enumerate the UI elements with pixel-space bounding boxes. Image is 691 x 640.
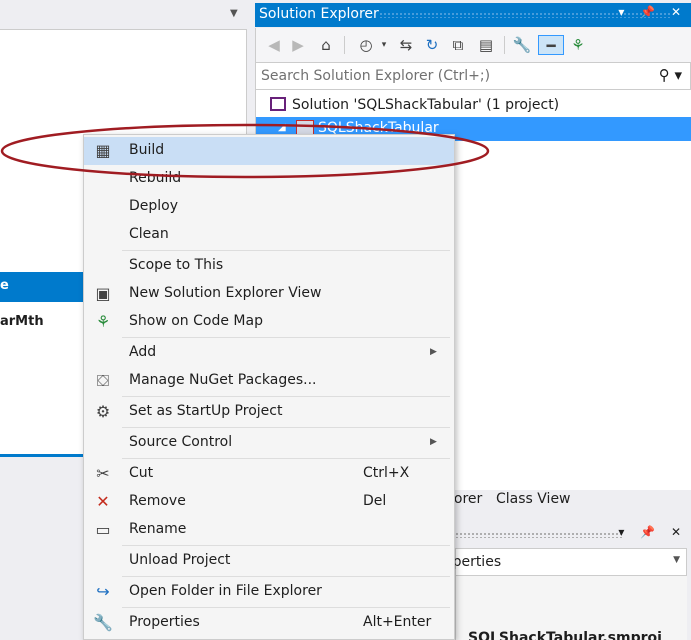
toolbar-separator [344, 36, 345, 54]
chevron-down-icon[interactable]: ▼ [230, 8, 244, 20]
rename-icon: ▭ [95, 520, 111, 539]
menu-separator [122, 576, 450, 577]
code-map-icon: ⚘ [95, 312, 111, 331]
sync-icon[interactable]: ⇆ [396, 35, 416, 55]
scissors-icon: ✂ [96, 464, 110, 483]
nuget-package-icon: ⛋ [96, 371, 110, 390]
search-icon[interactable]: ⚲ ▾ [659, 66, 682, 84]
open-folder-arrow-icon: ↪ [96, 582, 110, 601]
chevron-down-icon[interactable]: ▼ [673, 555, 680, 565]
menu-item-cut[interactable]: ✂ Cut Ctrl+X [84, 460, 454, 488]
menu-separator [122, 545, 450, 546]
properties-grid: SQLShackTabular.smproj [455, 576, 687, 640]
menu-label: Properties [129, 614, 200, 630]
properties-file-name: SQLShackTabular.smproj [468, 630, 662, 640]
menu-item-unload-project[interactable]: Unload Project [84, 547, 454, 575]
tree-item-solution[interactable]: Solution 'SQLShackTabular' (1 project) [270, 97, 559, 117]
menu-item-add[interactable]: Add ▶ [84, 339, 454, 367]
tool-window-tabs: lorer Class View [450, 490, 691, 512]
submenu-arrow-icon: ▶ [430, 347, 437, 357]
menu-separator [122, 427, 450, 428]
gear-icon: ⚙ [95, 402, 111, 421]
menu-item-open-folder[interactable]: ↪ Open Folder in File Explorer [84, 578, 454, 606]
remove-x-icon: ✕ [96, 492, 110, 511]
menu-item-scope-to-this[interactable]: Scope to This [84, 252, 454, 280]
menu-separator [122, 607, 450, 608]
home-icon[interactable]: ⌂ [316, 35, 336, 55]
editor-tab-strip [0, 0, 247, 30]
left-lower-area [0, 457, 84, 640]
solution-icon [270, 97, 286, 111]
search-input[interactable]: Search Solution Explorer (Ctrl+;) [261, 68, 490, 84]
menu-label: Source Control [129, 434, 233, 450]
properties-window-buttons[interactable]: ▾ 📌 ✕ [618, 525, 687, 539]
menu-item-rename[interactable]: ▭ Rename [84, 516, 454, 544]
preview-selected-items-icon[interactable]: ━ [538, 35, 564, 55]
menu-item-source-control[interactable]: Source Control ▶ [84, 429, 454, 457]
menu-label: Clean [129, 226, 169, 242]
menu-separator [122, 396, 450, 397]
menu-label: Manage NuGet Packages... [129, 372, 317, 388]
pending-changes-filter-icon[interactable]: ◴ [356, 35, 376, 55]
new-view-icon: ▣ [95, 284, 111, 303]
submenu-arrow-icon: ▶ [430, 437, 437, 447]
code-map-icon[interactable]: ⚘ [568, 35, 588, 55]
solution-explorer-toolbar: ◀ ▶ ⌂ ◴ ▾ ⇆ ↻ ⧉ ▤ 🔧 ━ ⚘ [255, 28, 691, 62]
title-window-buttons[interactable]: ▾ 📌 ✕ [618, 5, 687, 19]
menu-shortcut: Alt+Enter [363, 614, 432, 630]
menu-separator [122, 250, 450, 251]
show-all-files-icon[interactable]: ▤ [476, 35, 496, 55]
build-icon: ▦ [95, 141, 111, 160]
refresh-icon[interactable]: ↻ [422, 35, 442, 55]
menu-label: Unload Project [129, 552, 231, 568]
menu-item-rebuild[interactable]: Rebuild [84, 165, 454, 193]
forward-icon[interactable]: ▶ [288, 35, 308, 55]
menu-label: Set as StartUp Project [129, 403, 283, 419]
menu-item-set-startup[interactable]: ⚙ Set as StartUp Project [84, 398, 454, 426]
menu-label: Build [129, 142, 165, 158]
solution-explorer-title-bar: Solution Explorer ▾ 📌 ✕ [255, 3, 691, 27]
solution-explorer-title: Solution Explorer [259, 6, 379, 22]
solution-explorer-search[interactable]: Search Solution Explorer (Ctrl+;) ⚲ ▾ [255, 62, 691, 90]
menu-item-manage-nuget[interactable]: ⛋ Manage NuGet Packages... [84, 367, 454, 395]
title-grip[interactable] [455, 532, 623, 538]
solution-label: Solution 'SQLShackTabular' (1 project) [292, 97, 560, 113]
back-icon[interactable]: ◀ [264, 35, 284, 55]
menu-shortcut: Ctrl+X [363, 465, 410, 481]
menu-label: Deploy [129, 198, 179, 214]
menu-item-new-solution-explorer-view[interactable]: ▣ New Solution Explorer View [84, 280, 454, 308]
menu-item-deploy[interactable]: Deploy [84, 193, 454, 221]
menu-item-remove[interactable]: ✕ Remove Del [84, 488, 454, 516]
menu-label: Rebuild [129, 170, 182, 186]
tab-class-view[interactable]: Class View [496, 491, 571, 507]
properties-wrench-icon[interactable]: 🔧 [512, 35, 532, 55]
wrench-icon: 🔧 [93, 613, 113, 632]
menu-label: Show on Code Map [129, 313, 263, 329]
left-panel-item[interactable]: arMth [0, 314, 44, 329]
menu-label: Rename [129, 521, 187, 537]
left-panel-header: e [0, 272, 84, 302]
menu-item-properties[interactable]: 🔧 Properties Alt+Enter [84, 609, 454, 637]
menu-label: Open Folder in File Explorer [129, 583, 322, 599]
menu-item-show-on-code-map[interactable]: ⚘ Show on Code Map [84, 308, 454, 336]
collapse-all-icon[interactable]: ⧉ [448, 35, 468, 55]
toolbar-separator [504, 36, 505, 54]
menu-label: New Solution Explorer View [129, 285, 322, 301]
menu-shortcut: Del [363, 493, 387, 509]
menu-item-clean[interactable]: Clean [84, 221, 454, 249]
properties-object-selector[interactable]: operties ▼ [444, 548, 687, 576]
menu-label: Add [129, 344, 157, 360]
menu-label: Remove [129, 493, 186, 509]
menu-item-build[interactable]: ▦ Build [84, 137, 454, 165]
menu-separator [122, 337, 450, 338]
properties-title-bar: ▾ 📌 ✕ [455, 524, 691, 546]
menu-label: Cut [129, 465, 154, 481]
menu-label: Scope to This [129, 257, 224, 273]
menu-separator [122, 458, 450, 459]
project-context-menu: ▦ Build Rebuild Deploy Clean Scope to Th… [83, 134, 455, 640]
filter-dropdown-icon[interactable]: ▾ [374, 35, 394, 55]
